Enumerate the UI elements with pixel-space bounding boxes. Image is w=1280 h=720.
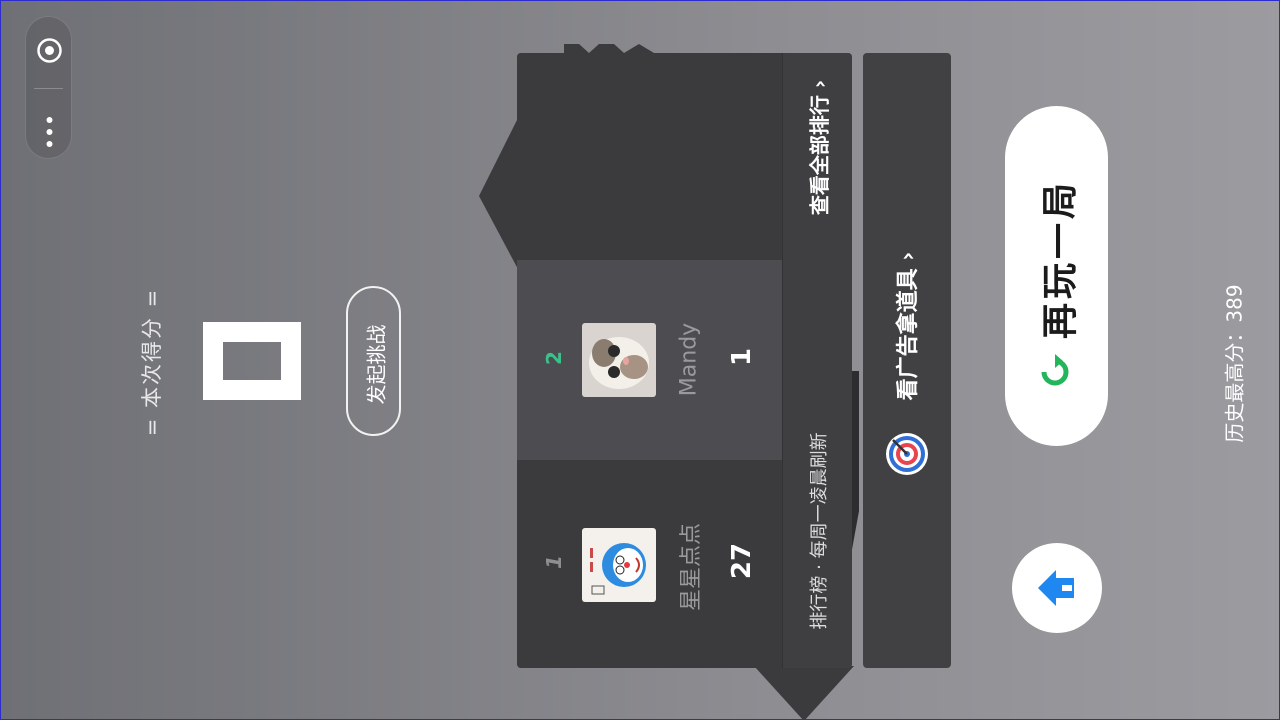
mini-program-capsule: [25, 16, 72, 159]
doraemon-avatar: [582, 528, 656, 602]
watch-ad-button[interactable]: 看广告拿道具 ›: [863, 53, 951, 668]
leaderboard-header-area: [517, 53, 782, 260]
leaderboard-footer: 排行榜 · 每周一凌晨刷新 查看全部排行 ›: [782, 53, 852, 668]
challenge-button[interactable]: 发起挑战: [346, 286, 401, 436]
capsule-divider: [34, 88, 63, 89]
rank-number: 1: [542, 555, 566, 569]
target-prop-icon: [886, 433, 928, 475]
refresh-icon: [1041, 354, 1069, 386]
challenge-label: 发起挑战: [364, 324, 389, 405]
leaderboard-refresh-note: 排行榜 · 每周一凌晨刷新: [809, 432, 830, 630]
target-icon[interactable]: [36, 37, 63, 64]
leaderboard-panel: 2 Mandy 1 1 星星点点 27 排行榜 · 每周一凌晨刷新 查看全部排行…: [517, 53, 852, 668]
home-button[interactable]: [1012, 543, 1102, 633]
player-name: 星星点点: [679, 523, 704, 612]
leaderboard-row[interactable]: 1 星星点点 27: [517, 460, 782, 668]
home-icon: [1038, 570, 1074, 606]
leaderboard-row[interactable]: 2 Mandy 1: [517, 260, 782, 460]
watch-ad-label: 看广告拿道具 ›: [896, 251, 921, 401]
rank-number: 2: [542, 351, 566, 365]
view-all-ranking-link[interactable]: 查看全部排行 ›: [804, 58, 833, 238]
player-score: 1: [727, 347, 757, 367]
current-score-value: [203, 322, 301, 400]
best-score: 历史最高分：389: [1222, 284, 1247, 443]
player-name: Mandy: [676, 322, 702, 397]
play-again-button[interactable]: 再玩一局: [1005, 106, 1108, 446]
player-score: 27: [727, 542, 757, 580]
current-score-label: = 本次得分 =: [140, 287, 164, 437]
cat-avatar: [582, 323, 656, 397]
more-dots-icon[interactable]: [36, 112, 63, 152]
play-again-label: 再玩一局: [1040, 179, 1081, 340]
